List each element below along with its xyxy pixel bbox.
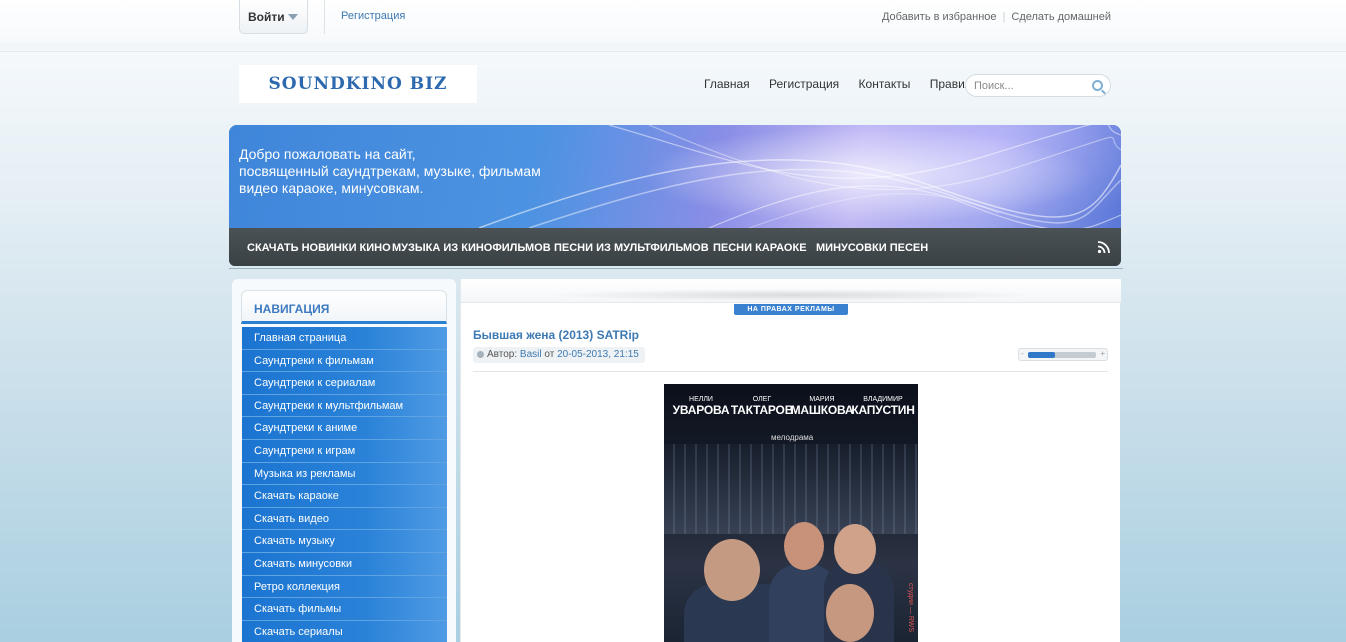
rating-minus[interactable]: - [1021,349,1024,358]
poster-studio-credit: студии — RWS [907,582,914,632]
banner-image: Добро пожаловать на сайт, посвященный са… [229,125,1121,228]
poster-actor: НЕЛЛИ УВАРОВА [672,396,730,417]
site-logo[interactable]: SOUNDKINO BIZ [239,65,477,103]
poster-face [834,524,876,574]
sidebar-title: НАВИГАЦИЯ [241,290,447,324]
nav-contacts[interactable]: Контакты [859,77,911,91]
actor-first-name: ОЛЕГ [752,396,772,403]
add-favorites-link[interactable]: Добавить в избранное [882,11,997,23]
sidebar-item-film-soundtracks[interactable]: Саундтреки к фильмам [242,349,447,373]
sidebar-item-cartoon-soundtracks[interactable]: Саундтреки к мультфильмам [242,394,447,418]
divider [229,268,1123,269]
movie-poster: НЕЛЛИ УВАРОВА ОЛЕГ ТАКТАРОВ МАРИЯ МАШКОВ… [664,384,918,642]
category-backing-tracks[interactable]: МИНУСОВКИ ПЕСЕН [816,242,928,254]
poster-genre: мелодрама [771,433,814,442]
post-date[interactable]: 20-05-2013, 21:15 [557,349,639,360]
sidebar-item-retro[interactable]: Ретро коллекция [242,575,447,599]
bullet-icon [477,351,484,358]
category-cartoon-songs[interactable]: ПЕСНИ ИЗ МУЛЬТФИЛЬМОВ [554,242,709,254]
sidebar-item-series-soundtracks[interactable]: Саундтреки к сериалам [242,372,447,395]
author-link[interactable]: Basil [520,349,542,360]
login-label: Войти [248,10,285,24]
poster-face [826,584,874,642]
post-title[interactable]: Бывшая жена (2013) SATRip [473,328,639,342]
category-karaoke[interactable]: ПЕСНИ КАРАОКЕ [713,242,807,254]
ad-label: НА ПРАВАХ РЕКЛАМЫ [734,304,848,315]
divider [324,0,325,34]
sidebar: НАВИГАЦИЯ Главная страница Саундтреки к … [232,279,456,642]
category-new-movies[interactable]: СКАЧАТЬ НОВИНКИ КИНО [247,242,391,254]
author-label: Автор: [487,349,518,360]
poster-city-background [664,444,918,534]
poster-cast: НЕЛЛИ УВАРОВА ОЛЕГ ТАКТАРОВ МАРИЯ МАШКОВ… [664,396,918,426]
main-content: НА ПРАВАХ РЕКЛАМЫ Бывшая жена (2013) SAT… [460,279,1121,642]
actor-last-name: МАШКОВА [790,403,854,417]
rating-widget[interactable]: - + [1018,348,1108,361]
triangle-down-icon [288,14,298,20]
poster-face [784,522,824,570]
sidebar-item-home[interactable]: Главная страница [242,327,447,350]
nav-home[interactable]: Главная [704,77,750,91]
register-link[interactable]: Регистрация [341,10,405,22]
rss-icon[interactable] [1097,240,1111,254]
link-separator: | [1002,11,1006,23]
actor-first-name: МАРИЯ [809,396,835,403]
sidebar-item-game-soundtracks[interactable]: Саундтреки к играм [242,439,447,463]
top-bar: Войти Регистрация Добавить в избранное | С… [0,0,1346,52]
sidebar-item-anime-soundtracks[interactable]: Саундтреки к аниме [242,417,447,440]
sidebar-item-ad-music[interactable]: Музыка из рекламы [242,462,447,486]
make-home-link[interactable]: Сделать домашней [1011,11,1111,23]
search-placeholder: Поиск... [974,80,1014,92]
welcome-line: Добро пожаловать на сайт, [239,146,416,162]
category-nav: СКАЧАТЬ НОВИНКИ КИНО МУЗЫКА ИЗ КИНОФИЛЬМ… [229,228,1121,266]
rating-bar [1028,352,1096,358]
top-links: Добавить в избранное | Сделать домашней [882,11,1111,23]
actor-last-name: ТАКТАРОВ [730,403,794,417]
actor-last-name: УВАРОВА [672,403,730,417]
sidebar-item-video[interactable]: Скачать видео [242,507,447,531]
main-nav: Главная Регистрация Контакты Правила [704,77,994,91]
sidebar-item-backing-tracks[interactable]: Скачать минусовки [242,552,447,576]
date-prefix: от [544,349,555,360]
rating-fill [1028,352,1056,358]
welcome-line: посвященный саундтрекам, музыке, фильмам [239,163,541,179]
post-meta: Автор: Basil от 20-05-2013, 21:15 [473,347,645,363]
welcome-line: видео караоке, минусовкам. [239,180,424,196]
welcome-text: Добро пожаловать на сайт, посвященный са… [239,146,579,197]
actor-first-name: ВЛАДИМИР [863,396,903,403]
sidebar-menu: Главная страница Саундтреки к фильмам Са… [242,327,447,642]
poster-face [704,539,760,601]
actor-last-name: КАПУСТИН [851,403,915,417]
sidebar-item-music[interactable]: Скачать музыку [242,530,447,553]
rating-plus[interactable]: + [1100,349,1105,358]
login-button[interactable]: Войти [239,0,308,34]
poster-actor: ОЛЕГ ТАКТАРОВ [730,396,794,417]
nav-register[interactable]: Регистрация [769,77,839,91]
shadow-decoration [541,289,1041,301]
poster-actor: МАРИЯ МАШКОВА [790,396,854,417]
sidebar-item-series[interactable]: Скачать сериалы [242,620,447,642]
search-icon[interactable] [1092,80,1103,91]
actor-first-name: НЕЛЛИ [689,396,713,403]
search-input[interactable]: Поиск... [965,74,1111,97]
banner: Добро пожаловать на сайт, посвященный са… [229,125,1121,266]
content-top-bar [461,279,1121,303]
sidebar-item-films[interactable]: Скачать фильмы [242,598,447,621]
sidebar-item-karaoke[interactable]: Скачать караоке [242,485,447,508]
poster-actor: ВЛАДИМИР КАПУСТИН [850,396,916,417]
divider [473,371,1108,372]
category-movie-music[interactable]: МУЗЫКА ИЗ КИНОФИЛЬМОВ [392,242,551,254]
